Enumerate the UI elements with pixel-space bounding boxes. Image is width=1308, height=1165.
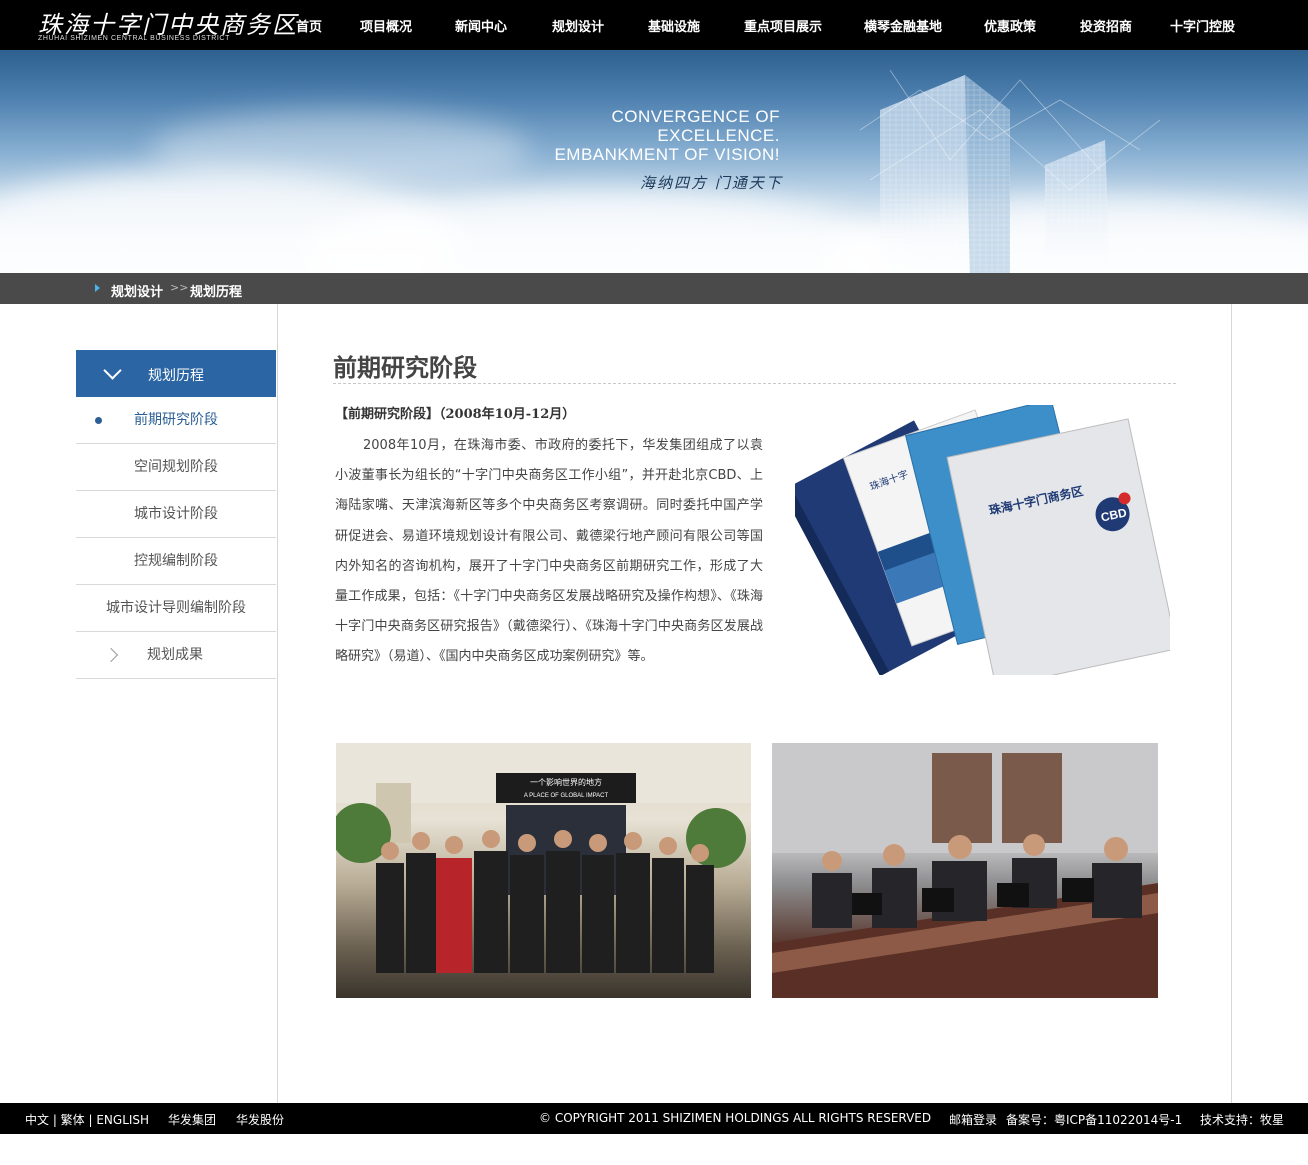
sidebar-item-early-research[interactable]: 前期研究阶段 <box>76 397 276 444</box>
sidebar-item-design-guidelines[interactable]: 城市设计导则编制阶段 <box>76 585 276 632</box>
sidebar-heading[interactable]: 规划历程 <box>76 350 276 397</box>
slogan-line-3: EMBANKMENT OF VISION! <box>554 145 780 164</box>
section-subtitle: 【前期研究阶段】（2008年10月-12月） <box>335 407 576 422</box>
photo-sign-english: A PLACE OF GLOBAL IMPACT <box>524 793 609 799</box>
slogan-chinese: 海纳四方 门通天下 <box>640 174 783 192</box>
tech-support: 技术支持：牧星 <box>1200 1113 1285 1127</box>
footer-link-huafa-group[interactable]: 华发集团 <box>168 1111 216 1128</box>
copyright-text: © COPYRIGHT 2011 SHIZIMEN HOLDINGS ALL R… <box>539 1111 932 1125</box>
language-switcher[interactable]: 中文 | 繁体 | ENGLISH <box>25 1111 149 1128</box>
nav-item-investment[interactable]: 投资招商 <box>1080 16 1132 35</box>
nav-item-key-projects[interactable]: 重点项目展示 <box>744 16 822 35</box>
slogan-line-2: EXCELLENCE. <box>657 126 780 145</box>
sidebar-divider <box>277 304 278 1104</box>
sidebar-item-planning-results[interactable]: 规划成果 <box>76 632 276 679</box>
nav-item-hengqin-finance[interactable]: 横琴金融基地 <box>864 16 942 35</box>
sidebar-heading-label: 规划历程 <box>148 368 204 384</box>
nav-item-home[interactable]: 首页 <box>296 16 322 35</box>
banner-slogan: CONVERGENCE OF EXCELLENCE. EMBANKMENT OF… <box>540 107 780 164</box>
site-logo[interactable]: 珠海十字门中央商务区 ZHUHAI SHIZIMEN CENTRAL BUSIN… <box>34 5 296 45</box>
nav-item-infrastructure[interactable]: 基础设施 <box>648 16 700 35</box>
group-photo: 一个影响世界的地方 A PLACE OF GLOBAL IMPACT <box>336 743 751 998</box>
top-navigation-bar: 珠海十字门中央商务区 ZHUHAI SHIZIMEN CENTRAL BUSIN… <box>0 0 1308 50</box>
sidebar-item-label: 城市设计导则编制阶段 <box>106 600 246 616</box>
sidebar-item-spatial-planning[interactable]: 空间规划阶段 <box>76 444 276 491</box>
hero-banner: CONVERGENCE OF EXCELLENCE. EMBANKMENT OF… <box>0 50 1308 273</box>
chevron-down-icon <box>103 361 122 380</box>
section-body-text: 2008年10月，在珠海市委、市政府的委托下，华发集团组成了以袁小波董事长为组长… <box>335 438 763 665</box>
breadcrumb: 规划设计 >> 规划历程 <box>0 273 1308 304</box>
sidebar-item-label: 控规编制阶段 <box>134 553 218 569</box>
sidebar-item-regulatory-plan[interactable]: 控规编制阶段 <box>76 538 276 585</box>
logo-english-name: ZHUHAI SHIZIMEN CENTRAL BUSINESS DISTRIC… <box>38 35 230 42</box>
sidebar-item-label: 前期研究阶段 <box>134 412 218 428</box>
sidebar-item-label: 空间规划阶段 <box>134 459 218 475</box>
nav-item-planning[interactable]: 规划设计 <box>552 16 604 35</box>
page-title: 前期研究阶段 <box>333 354 477 382</box>
slogan-line-1: CONVERGENCE OF <box>611 107 780 126</box>
mail-login-link[interactable]: 邮箱登录 <box>949 1111 997 1128</box>
breadcrumb-arrow-icon <box>95 284 100 292</box>
nav-item-policies[interactable]: 优惠政策 <box>984 16 1036 35</box>
site-footer: 中文 | 繁体 | ENGLISH 华发集团 华发股份 © COPYRIGHT … <box>0 1103 1308 1134</box>
nav-item-holdings[interactable]: 十字门控股 <box>1170 16 1235 35</box>
skyscraper-illustration <box>860 70 1160 273</box>
meeting-photo <box>772 743 1158 998</box>
content-right-border <box>1231 304 1232 1104</box>
breadcrumb-section-link[interactable]: 规划设计 <box>111 281 163 300</box>
research-reports-image: 国内中 珠海十字 珠海十字门商务区 CBD <box>795 405 1170 675</box>
nav-item-news[interactable]: 新闻中心 <box>455 16 507 35</box>
icp-record[interactable]: 备案号：粤ICP备11022014号-1 <box>1006 1111 1182 1128</box>
sidebar-item-label: 城市设计阶段 <box>134 506 218 522</box>
title-divider <box>333 383 1176 384</box>
breadcrumb-current[interactable]: 规划历程 <box>190 281 242 300</box>
main-nav: 首页 项目概况 新闻中心 规划设计 基础设施 重点项目展示 横琴金融基地 优惠政… <box>275 0 1295 50</box>
breadcrumb-separator: >> <box>170 281 189 294</box>
footer-link-huafa-shares[interactable]: 华发股份 <box>236 1111 284 1128</box>
active-bullet-icon <box>95 417 102 424</box>
photo-sign-chinese: 一个影响世界的地方 <box>530 777 602 787</box>
nav-item-project-overview[interactable]: 项目概况 <box>360 16 412 35</box>
sidebar-menu: 规划历程 前期研究阶段 空间规划阶段 城市设计阶段 控规编制阶段 城市设计导则编… <box>76 350 276 679</box>
sidebar-item-urban-design[interactable]: 城市设计阶段 <box>76 491 276 538</box>
